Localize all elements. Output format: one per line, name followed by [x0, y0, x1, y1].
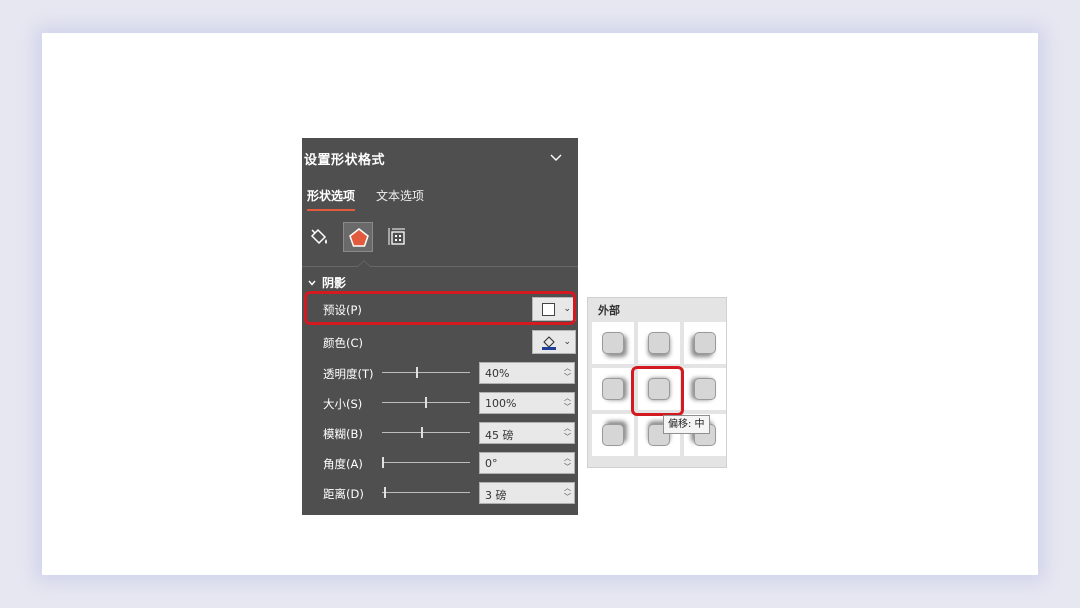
shadow-preset-offset-top[interactable]: [638, 322, 680, 364]
size-slider[interactable]: [382, 396, 470, 410]
section-label: 阴影: [322, 276, 347, 290]
transparency-value: 40%: [485, 367, 510, 380]
format-shape-pane: 设置形状格式 形状选项 文本选项 阴影 预设(P) ⌄ 颜色(C) ⌄ 透明度(…: [302, 138, 578, 515]
size-input[interactable]: 100% ︿ ﹀: [479, 392, 575, 414]
slider-thumb[interactable]: [384, 487, 386, 498]
fill-line-icon[interactable]: [304, 222, 334, 252]
chevron-down-icon: ⌄: [563, 304, 571, 314]
gallery-heading: 外部: [598, 304, 620, 317]
shadow-section-header[interactable]: 阴影: [308, 274, 346, 291]
transparency-input[interactable]: 40% ︿ ﹀: [479, 362, 575, 384]
blur-input[interactable]: 45 磅 ︿ ﹀: [479, 422, 575, 444]
square-icon: [542, 303, 555, 316]
chevron-down-icon: ⌄: [563, 337, 571, 347]
preset-square-icon: [648, 378, 670, 400]
slider-thumb[interactable]: [425, 397, 427, 408]
angle-slider[interactable]: [382, 456, 470, 470]
preset-square-icon: [694, 332, 716, 354]
preset-label: 预设(P): [323, 303, 362, 317]
distance-label: 距离(D): [323, 487, 364, 501]
distance-value: 3 磅: [485, 489, 507, 502]
tab-text-options[interactable]: 文本选项: [376, 187, 424, 204]
transparency-slider[interactable]: [382, 366, 470, 380]
preset-square-icon: [648, 332, 670, 354]
preset-dropdown-button[interactable]: ⌄: [532, 297, 576, 321]
angle-label: 角度(A): [323, 457, 363, 471]
slider-track: [382, 372, 470, 373]
preset-square-icon: [602, 332, 624, 354]
blur-slider[interactable]: [382, 426, 470, 440]
transparency-label: 透明度(T): [323, 367, 374, 381]
chevron-down-icon: [308, 276, 316, 290]
effects-icon[interactable]: [343, 222, 373, 252]
preset-square-icon: [694, 378, 716, 400]
paint-bucket-icon: [542, 336, 556, 350]
pane-title: 设置形状格式: [304, 153, 386, 168]
slider-track: [382, 462, 470, 463]
spinner-arrows-icon[interactable]: ︿ ﹀: [564, 484, 571, 502]
shadow-preset-offset-right[interactable]: [684, 368, 726, 410]
slider-thumb[interactable]: [421, 427, 423, 438]
blur-value: 45 磅: [485, 429, 514, 442]
spinner-arrows-icon[interactable]: ︿ ﹀: [564, 364, 571, 382]
angle-value: 0°: [485, 457, 498, 470]
size-properties-icon[interactable]: [382, 222, 412, 252]
slider-thumb[interactable]: [382, 457, 384, 468]
distance-slider[interactable]: [382, 486, 470, 500]
preset-tooltip: 偏移: 中: [663, 415, 710, 434]
preset-square-icon: [602, 378, 624, 400]
shadow-preset-offset-left[interactable]: [592, 368, 634, 410]
slider-thumb[interactable]: [416, 367, 418, 378]
tab-shape-options[interactable]: 形状选项: [307, 187, 356, 211]
shadow-preset-gallery: 外部: [587, 297, 727, 468]
size-value: 100%: [485, 397, 517, 410]
slider-track: [382, 432, 470, 433]
spinner-arrows-icon[interactable]: ︿ ﹀: [564, 394, 571, 412]
shadow-preset-offset-top-right[interactable]: [684, 322, 726, 364]
shadow-preset-offset-bottom-left[interactable]: [592, 414, 634, 456]
angle-input[interactable]: 0° ︿ ﹀: [479, 452, 575, 474]
color-dropdown-button[interactable]: ⌄: [532, 330, 576, 354]
slider-track: [382, 492, 470, 493]
shadow-preset-offset-top-left[interactable]: [592, 322, 634, 364]
spinner-arrows-icon[interactable]: ︿ ﹀: [564, 454, 571, 472]
blur-label: 模糊(B): [323, 427, 363, 441]
selected-tab-pointer: [357, 260, 371, 267]
size-label: 大小(S): [323, 397, 363, 411]
preset-square-icon: [602, 424, 624, 446]
spinner-arrows-icon[interactable]: ︿ ﹀: [564, 424, 571, 442]
color-label: 颜色(C): [323, 336, 364, 350]
shadow-preset-offset-center[interactable]: [638, 368, 680, 410]
section-divider: [302, 266, 578, 267]
distance-input[interactable]: 3 磅 ︿ ﹀: [479, 482, 575, 504]
chevron-down-icon[interactable]: [549, 151, 563, 165]
